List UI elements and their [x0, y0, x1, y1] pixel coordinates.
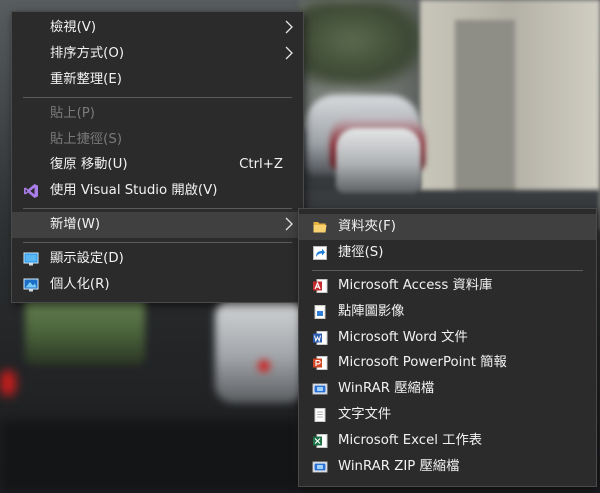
- wallpaper-car: [336, 128, 421, 193]
- menu-item-label: 個人化(R): [50, 277, 110, 292]
- submenu-item-label: Microsoft Access 資料庫: [338, 278, 493, 293]
- submenu-item-label: 資料夾(F): [338, 219, 396, 234]
- menu-item-label: 排序方式(O): [50, 46, 125, 61]
- submenu-item-label: Microsoft PowerPoint 簡報: [338, 355, 507, 370]
- submenu-item-bitmap-image[interactable]: 點陣圖影像: [299, 299, 596, 325]
- submenu-item-label: 捷徑(S): [338, 245, 384, 260]
- display-settings-icon: [23, 252, 39, 266]
- text-document-icon: [314, 408, 326, 422]
- submenu-item-label: Microsoft Word 文件: [338, 330, 468, 345]
- submenu-item-folder[interactable]: 資料夾(F): [299, 214, 596, 240]
- menu-item-refresh[interactable]: 重新整理(E): [12, 67, 303, 93]
- submenu-item-access-database[interactable]: Microsoft Access 資料庫: [299, 273, 596, 299]
- submenu-item-excel-worksheet[interactable]: Microsoft Excel 工作表: [299, 428, 596, 454]
- shortcut-icon: [313, 246, 327, 260]
- menu-separator: [23, 97, 292, 98]
- menu-item-label: 貼上捷徑(S): [50, 132, 123, 147]
- chevron-right-icon: [285, 20, 293, 34]
- submenu-item-word-document[interactable]: Microsoft Word 文件: [299, 325, 596, 351]
- excel-icon: [313, 434, 328, 448]
- word-icon: [313, 331, 328, 345]
- submenu-item-shortcut[interactable]: 捷徑(S): [299, 240, 596, 266]
- menu-item-label: 貼上(P): [50, 106, 95, 121]
- submenu-item-text-document[interactable]: 文字文件: [299, 402, 596, 428]
- menu-item-undo-move[interactable]: 復原 移動(U) Ctrl+Z: [12, 152, 303, 178]
- submenu-item-winrar-zip-archive[interactable]: WinRAR ZIP 壓縮檔: [299, 454, 596, 480]
- access-icon: [313, 279, 328, 293]
- visual-studio-icon: [24, 184, 38, 198]
- menu-item-new[interactable]: 新增(W): [12, 212, 303, 238]
- submenu-item-powerpoint-presentation[interactable]: Microsoft PowerPoint 簡報: [299, 350, 596, 376]
- menu-item-label: 復原 移動(U): [50, 157, 128, 172]
- menu-item-paste[interactable]: 貼上(P): [12, 101, 303, 127]
- folder-icon: [313, 222, 327, 233]
- submenu-item-label: 點陣圖影像: [338, 304, 405, 319]
- desktop-context-menu: 檢視(V) 排序方式(O) 重新整理(E) 貼上(P) 貼上捷徑(S) 復原 移…: [11, 11, 304, 303]
- menu-item-label: 新增(W): [50, 217, 101, 232]
- submenu-item-winrar-archive[interactable]: WinRAR 壓縮檔: [299, 376, 596, 402]
- menu-item-label: 顯示設定(D): [50, 251, 124, 266]
- menu-separator: [23, 242, 292, 243]
- menu-item-open-visual-studio[interactable]: 使用 Visual Studio 開啟(V): [12, 178, 303, 204]
- wallpaper-tail-light: [258, 360, 270, 372]
- submenu-item-label: Microsoft Excel 工作表: [338, 433, 483, 448]
- menu-item-label: 使用 Visual Studio 開啟(V): [50, 183, 218, 198]
- winrar-icon: [312, 383, 328, 395]
- menu-item-label: 重新整理(E): [50, 72, 122, 87]
- new-submenu: 資料夾(F) 捷徑(S) Microsoft Access 資料庫 點陣圖影像 …: [298, 208, 597, 487]
- submenu-item-label: WinRAR 壓縮檔: [338, 381, 435, 396]
- submenu-separator: [312, 270, 583, 271]
- winrar-zip-icon: [312, 461, 328, 473]
- chevron-right-icon: [285, 217, 293, 231]
- menu-item-sort-by[interactable]: 排序方式(O): [12, 41, 303, 67]
- menu-item-personalize[interactable]: 個人化(R): [12, 272, 303, 298]
- wallpaper-car: [215, 298, 305, 403]
- submenu-item-label: 文字文件: [338, 407, 392, 422]
- submenu-item-label: WinRAR ZIP 壓縮檔: [338, 459, 460, 474]
- shortcut-hint: Ctrl+Z: [239, 157, 283, 172]
- wallpaper-tail-light: [0, 370, 16, 396]
- wallpaper-shadow: [0, 420, 300, 493]
- menu-item-paste-shortcut[interactable]: 貼上捷徑(S): [12, 127, 303, 153]
- menu-separator: [23, 208, 292, 209]
- bitmap-icon: [314, 305, 326, 319]
- wallpaper-tree: [300, 0, 430, 90]
- menu-item-display-settings[interactable]: 顯示設定(D): [12, 246, 303, 272]
- menu-item-label: 檢視(V): [50, 20, 97, 35]
- menu-item-view[interactable]: 檢視(V): [12, 15, 303, 41]
- powerpoint-icon: [313, 356, 328, 370]
- personalize-icon: [23, 278, 39, 292]
- chevron-right-icon: [285, 46, 293, 60]
